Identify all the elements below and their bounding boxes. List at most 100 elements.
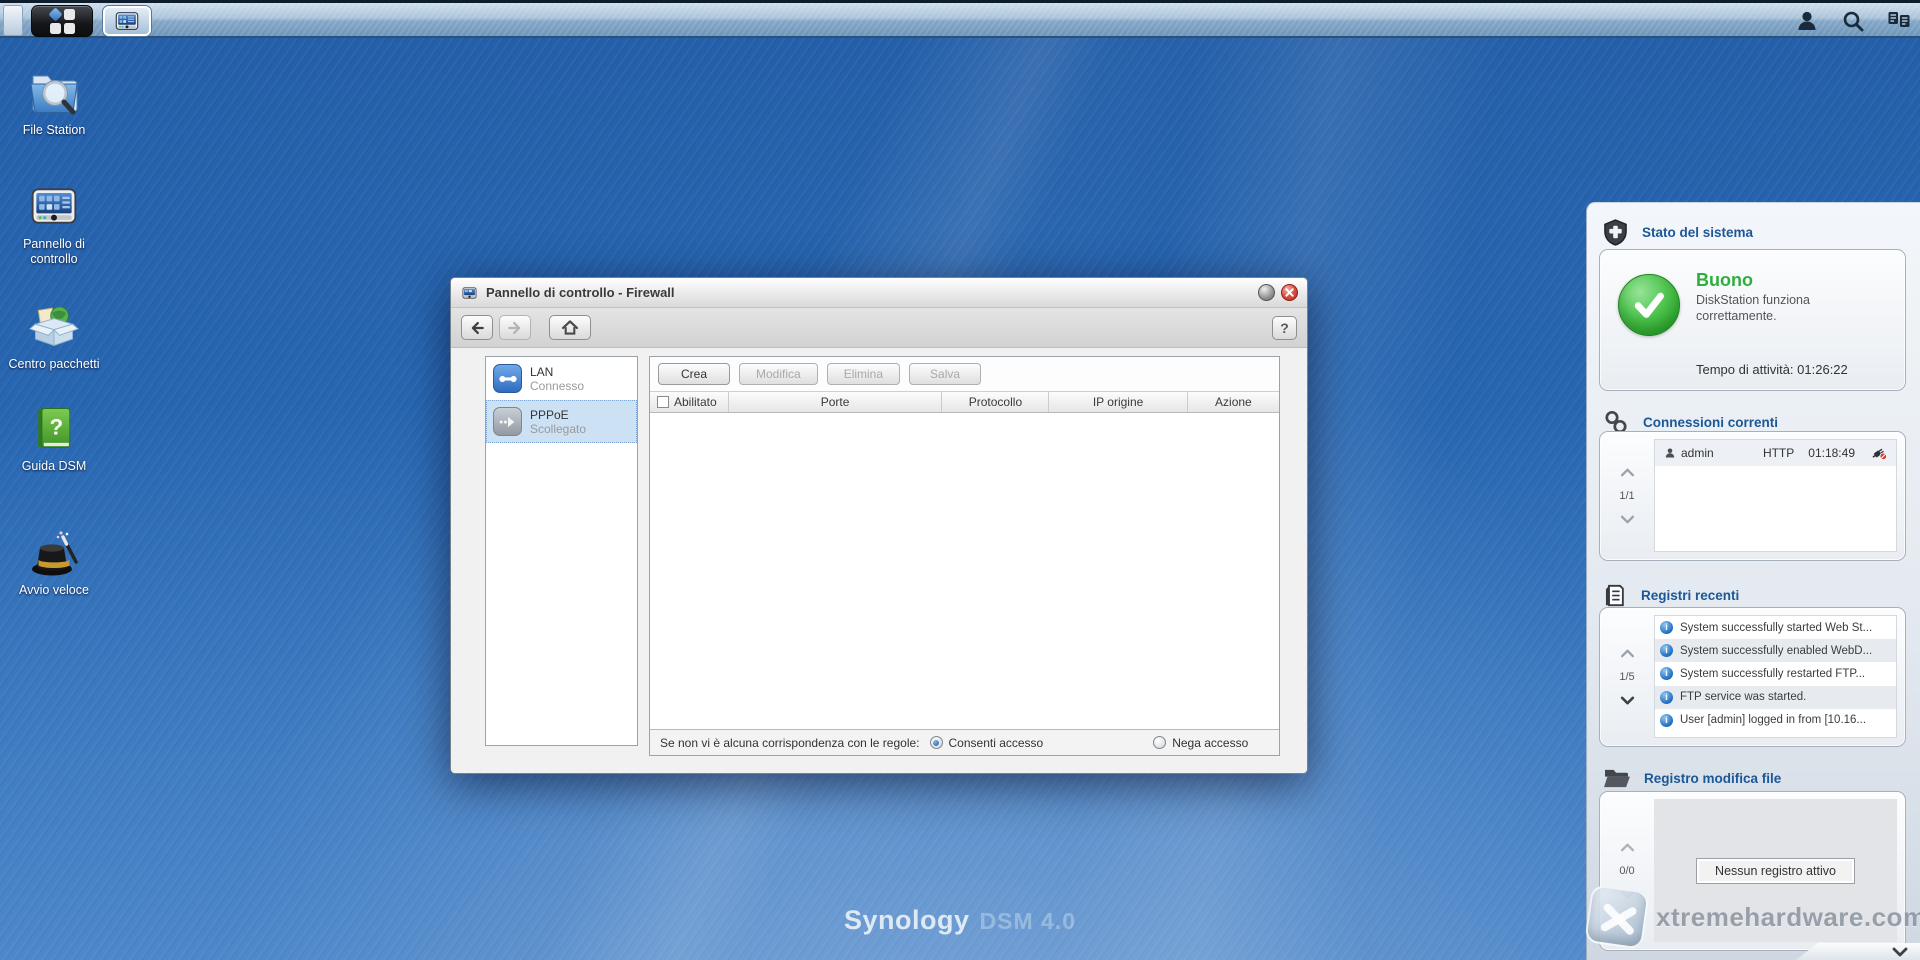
allow-access-radio[interactable] xyxy=(929,736,943,749)
forward-icon xyxy=(508,321,521,334)
page-up-icon[interactable] xyxy=(1620,649,1635,658)
desktop-icon-quick-start[interactable]: Avvio veloce xyxy=(6,524,102,598)
info-icon xyxy=(1660,713,1673,727)
chevron-down-icon xyxy=(1892,947,1908,956)
close-button[interactable] xyxy=(1281,284,1298,301)
interface-item-lan[interactable]: LAN Connesso xyxy=(486,357,637,400)
main-menu-icon xyxy=(47,6,75,34)
modify-button[interactable]: Modifica xyxy=(739,363,818,385)
back-button[interactable] xyxy=(461,315,493,340)
help-button[interactable]: ? xyxy=(1272,316,1297,340)
desktop-icon-package-center[interactable]: Centro pacchetti xyxy=(6,300,102,372)
taskbar-item-control-panel[interactable] xyxy=(103,6,151,36)
control-panel-icon xyxy=(6,180,102,232)
file-station-icon xyxy=(6,62,102,118)
allow-access-label: Consenti accesso xyxy=(948,735,1044,750)
save-button[interactable]: Salva xyxy=(909,363,982,385)
desktop-icon-control-panel[interactable]: Pannello di controllo xyxy=(6,180,102,267)
interface-status: Scollegato xyxy=(530,421,587,436)
column-label: Abilitato xyxy=(674,395,717,409)
desktop-icon-label: File Station xyxy=(22,123,86,137)
select-all-checkbox[interactable] xyxy=(657,396,669,408)
log-entry: User [admin] logged in from [10.16... xyxy=(1655,709,1896,732)
desktop-icon-dsm-help[interactable]: ? Guida DSM xyxy=(6,402,102,474)
pppoe-icon xyxy=(493,407,522,436)
status-level: Buono xyxy=(1696,270,1753,290)
delete-button[interactable]: Elimina xyxy=(826,363,901,385)
desktop-icon-file-station[interactable]: File Station xyxy=(6,62,102,138)
rules-table-body xyxy=(650,413,1279,729)
minimize-button[interactable] xyxy=(1258,284,1275,301)
document-icon xyxy=(1605,584,1624,607)
back-icon xyxy=(471,321,484,334)
rules-toolbar: Crea Modifica Elimina Salva xyxy=(650,357,1279,391)
log-entry: System successfully enabled WebD... xyxy=(1655,639,1896,663)
pilot-view-icon[interactable] xyxy=(1886,8,1912,34)
log-entry: System successfully restarted FTP... xyxy=(1655,662,1896,685)
column-label: Azione xyxy=(1215,395,1252,409)
column-header-protocol[interactable]: Protocollo xyxy=(942,392,1050,412)
taskbar xyxy=(0,0,1920,38)
default-policy-label: Se non vi è alcuna corrispondenza con le… xyxy=(660,735,920,750)
page-indicator: 0/0 xyxy=(1619,865,1635,877)
uptime-label: Tempo di attività: 01:26:22 xyxy=(1696,362,1848,377)
info-icon xyxy=(1660,667,1673,681)
log-text: System successfully restarted FTP... xyxy=(1680,667,1866,680)
disconnect-icon[interactable] xyxy=(1871,446,1887,460)
desktop-icon-label: Pannello di controllo xyxy=(23,237,85,266)
page-indicator: 1/5 xyxy=(1619,671,1635,683)
section-title: Connessioni correnti xyxy=(1643,414,1779,430)
column-header-source-ip[interactable]: IP origine xyxy=(1049,392,1188,412)
package-center-icon xyxy=(6,300,102,352)
rules-footer: Se non vi è alcuna corrispondenza con le… xyxy=(650,729,1279,755)
connection-row: admin HTTP 01:18:49 xyxy=(1655,440,1896,466)
user-icon xyxy=(1665,448,1675,458)
interface-list: LAN Connesso PPPoE Scollegato xyxy=(485,356,638,746)
rules-table-header: Abilitato Porte Protocollo IP origine Az… xyxy=(650,391,1279,413)
info-icon xyxy=(1660,644,1673,658)
interface-status: Connesso xyxy=(530,378,585,393)
home-button[interactable] xyxy=(549,315,591,340)
interface-name: PPPoE xyxy=(530,407,569,422)
interface-item-pppoe[interactable]: PPPoE Scollegato xyxy=(486,400,637,443)
create-button[interactable]: Crea xyxy=(658,363,730,385)
page-down-icon[interactable] xyxy=(1620,890,1635,899)
log-text: System successfully enabled WebD... xyxy=(1680,644,1873,657)
desktop-icon-label: Avvio veloce xyxy=(19,583,89,597)
dsm-help-icon: ? xyxy=(6,402,102,454)
system-health-widget: Stato del sistema Buono DiskStation funz… xyxy=(1586,202,1920,960)
control-panel-icon xyxy=(115,12,139,30)
desktop: File Station Pannello di controllo Centr… xyxy=(0,0,1920,960)
connection-protocol: HTTP xyxy=(1762,446,1795,460)
forward-button[interactable] xyxy=(499,315,531,340)
column-header-action[interactable]: Azione xyxy=(1188,392,1279,412)
page-up-icon[interactable] xyxy=(1620,468,1635,477)
page-indicator: 1/1 xyxy=(1619,490,1635,502)
info-icon xyxy=(1660,621,1673,635)
connection-duration: 01:18:49 xyxy=(1808,446,1855,460)
page-down-icon[interactable] xyxy=(1620,696,1635,705)
user-icon[interactable] xyxy=(1794,8,1820,34)
column-header-ports[interactable]: Porte xyxy=(729,392,943,412)
connections-card: 1/1 admin HTTP 01:18:49 xyxy=(1599,431,1906,561)
log-text: User [admin] logged in from [10.16... xyxy=(1680,714,1867,727)
file-change-log-header: Registro modifica file xyxy=(1603,767,1781,790)
deny-access-radio[interactable] xyxy=(1153,736,1167,749)
page-down-icon[interactable] xyxy=(1620,515,1635,524)
column-label: Protocollo xyxy=(968,395,1023,409)
section-title: Stato del sistema xyxy=(1642,225,1754,240)
firewall-rules-panel: Crea Modifica Elimina Salva Abilitato Po… xyxy=(649,356,1280,756)
window-titlebar[interactable]: Pannello di controllo - Firewall xyxy=(451,278,1307,308)
home-icon xyxy=(561,320,579,335)
no-active-log-label: Nessun registro attivo xyxy=(1696,857,1855,884)
log-list: System successfully started Web St... Sy… xyxy=(1654,615,1897,738)
page-up-icon[interactable] xyxy=(1620,843,1635,852)
search-icon[interactable] xyxy=(1840,8,1866,34)
control-panel-firewall-window: Pannello di controllo - Firewall ? LAN C… xyxy=(450,277,1308,774)
desktop-icon-label: Centro pacchetti xyxy=(8,357,100,371)
main-menu-button[interactable] xyxy=(31,5,93,37)
column-header-enabled[interactable]: Abilitato xyxy=(650,392,729,412)
recent-logs-header: Registri recenti xyxy=(1603,583,1739,608)
show-desktop-button[interactable] xyxy=(3,5,23,36)
connection-user: admin xyxy=(1681,446,1714,460)
